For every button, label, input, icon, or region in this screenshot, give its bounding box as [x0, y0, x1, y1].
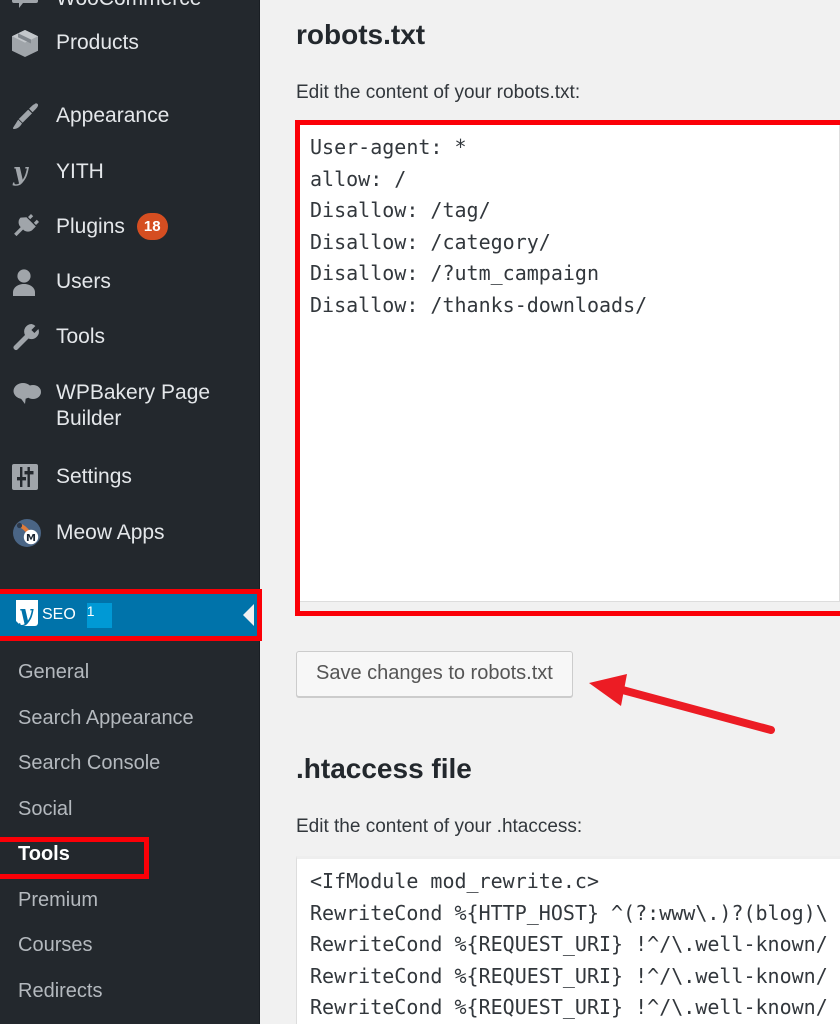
sidebar-item-label: Meow Apps	[56, 521, 165, 544]
svg-text:y: y	[18, 600, 34, 627]
sidebar-item-tools[interactable]: Tools	[0, 322, 260, 368]
sidebar-item-meow-apps[interactable]: M Meow Apps	[0, 518, 260, 564]
sidebar-item-products[interactable]: Products	[0, 28, 260, 74]
sidebar-subitem-tools[interactable]: Tools	[0, 832, 260, 878]
speech-bubble-icon	[12, 0, 50, 14]
sidebar-item-plugins[interactable]: Plugins 18	[0, 212, 260, 258]
main-content: robots.txt Edit the content of your robo…	[260, 0, 840, 1024]
admin-sidebar: WooCommerce Products Appea	[0, 0, 260, 1024]
sidebar-item-yith[interactable]: y YITH	[0, 157, 260, 203]
sidebar-item-label: Appearance	[56, 104, 170, 127]
robots-section-description: Edit the content of your robots.txt:	[296, 82, 581, 103]
box-icon	[12, 28, 50, 58]
user-icon	[12, 267, 50, 297]
sidebar-subitem-redirects[interactable]: Redirects	[0, 969, 260, 1015]
sidebar-item-label: Users	[56, 270, 111, 293]
admin-screen: WooCommerce Products Appea	[0, 0, 840, 1024]
sidebar-item-wpbakery-page-builder[interactable]: WPBakery Page Builder	[0, 378, 260, 450]
htaccess-editor[interactable]	[296, 856, 840, 1024]
svg-text:M: M	[26, 533, 36, 544]
sidebar-subitem-courses[interactable]: Courses	[0, 923, 260, 969]
plug-icon	[12, 212, 50, 242]
sidebar-subitem-general[interactable]: General	[0, 650, 260, 696]
sidebar-subitem-search-console[interactable]: Search Console	[0, 741, 260, 787]
seo-submenu: General Search Appearance Search Console…	[0, 650, 260, 1014]
svg-text:y: y	[12, 158, 29, 186]
sidebar-item-seo[interactable]: y SEO 1	[0, 592, 260, 638]
sliders-icon	[12, 462, 50, 492]
sidebar-item-label: Plugins	[56, 215, 125, 238]
cloud-icon	[12, 378, 50, 408]
sidebar-item-label: WPBakery Page Builder	[56, 381, 211, 430]
sidebar-subitem-social[interactable]: Social	[0, 787, 260, 833]
meow-cat-icon: M	[12, 518, 50, 548]
seo-notification-badge: 1	[86, 602, 112, 628]
robots-section-title: robots.txt	[296, 19, 426, 50]
wrench-icon	[12, 322, 50, 352]
save-changes-to-robots-button[interactable]: Save changes to robots.txt	[296, 651, 573, 697]
robots-txt-editor[interactable]	[296, 122, 840, 602]
sidebar-item-settings[interactable]: Settings	[0, 462, 260, 508]
sidebar-item-woocommerce[interactable]: WooCommerce	[0, 0, 260, 30]
yoast-icon: y	[12, 597, 42, 634]
sidebar-item-users[interactable]: Users	[0, 267, 260, 313]
chevron-left-icon	[243, 604, 254, 626]
yith-y-icon: y	[12, 157, 50, 187]
sidebar-item-appearance[interactable]: Appearance	[0, 101, 260, 147]
sidebar-subitem-premium[interactable]: Premium	[0, 878, 260, 924]
paintbrush-icon	[12, 101, 50, 131]
plugins-update-badge: 18	[136, 213, 168, 240]
sidebar-item-label: YITH	[56, 160, 104, 183]
sidebar-item-label: Tools	[56, 325, 106, 348]
sidebar-subitem-search-appearance[interactable]: Search Appearance	[0, 696, 260, 742]
htaccess-section-title: .htaccess file	[296, 753, 472, 784]
htaccess-section-description: Edit the content of your .htaccess:	[296, 816, 583, 837]
sidebar-item-label: SEO	[42, 606, 76, 623]
sidebar-item-label: Settings	[56, 465, 132, 488]
sidebar-item-label: Products	[56, 31, 139, 54]
sidebar-item-label: WooCommerce	[56, 0, 201, 12]
